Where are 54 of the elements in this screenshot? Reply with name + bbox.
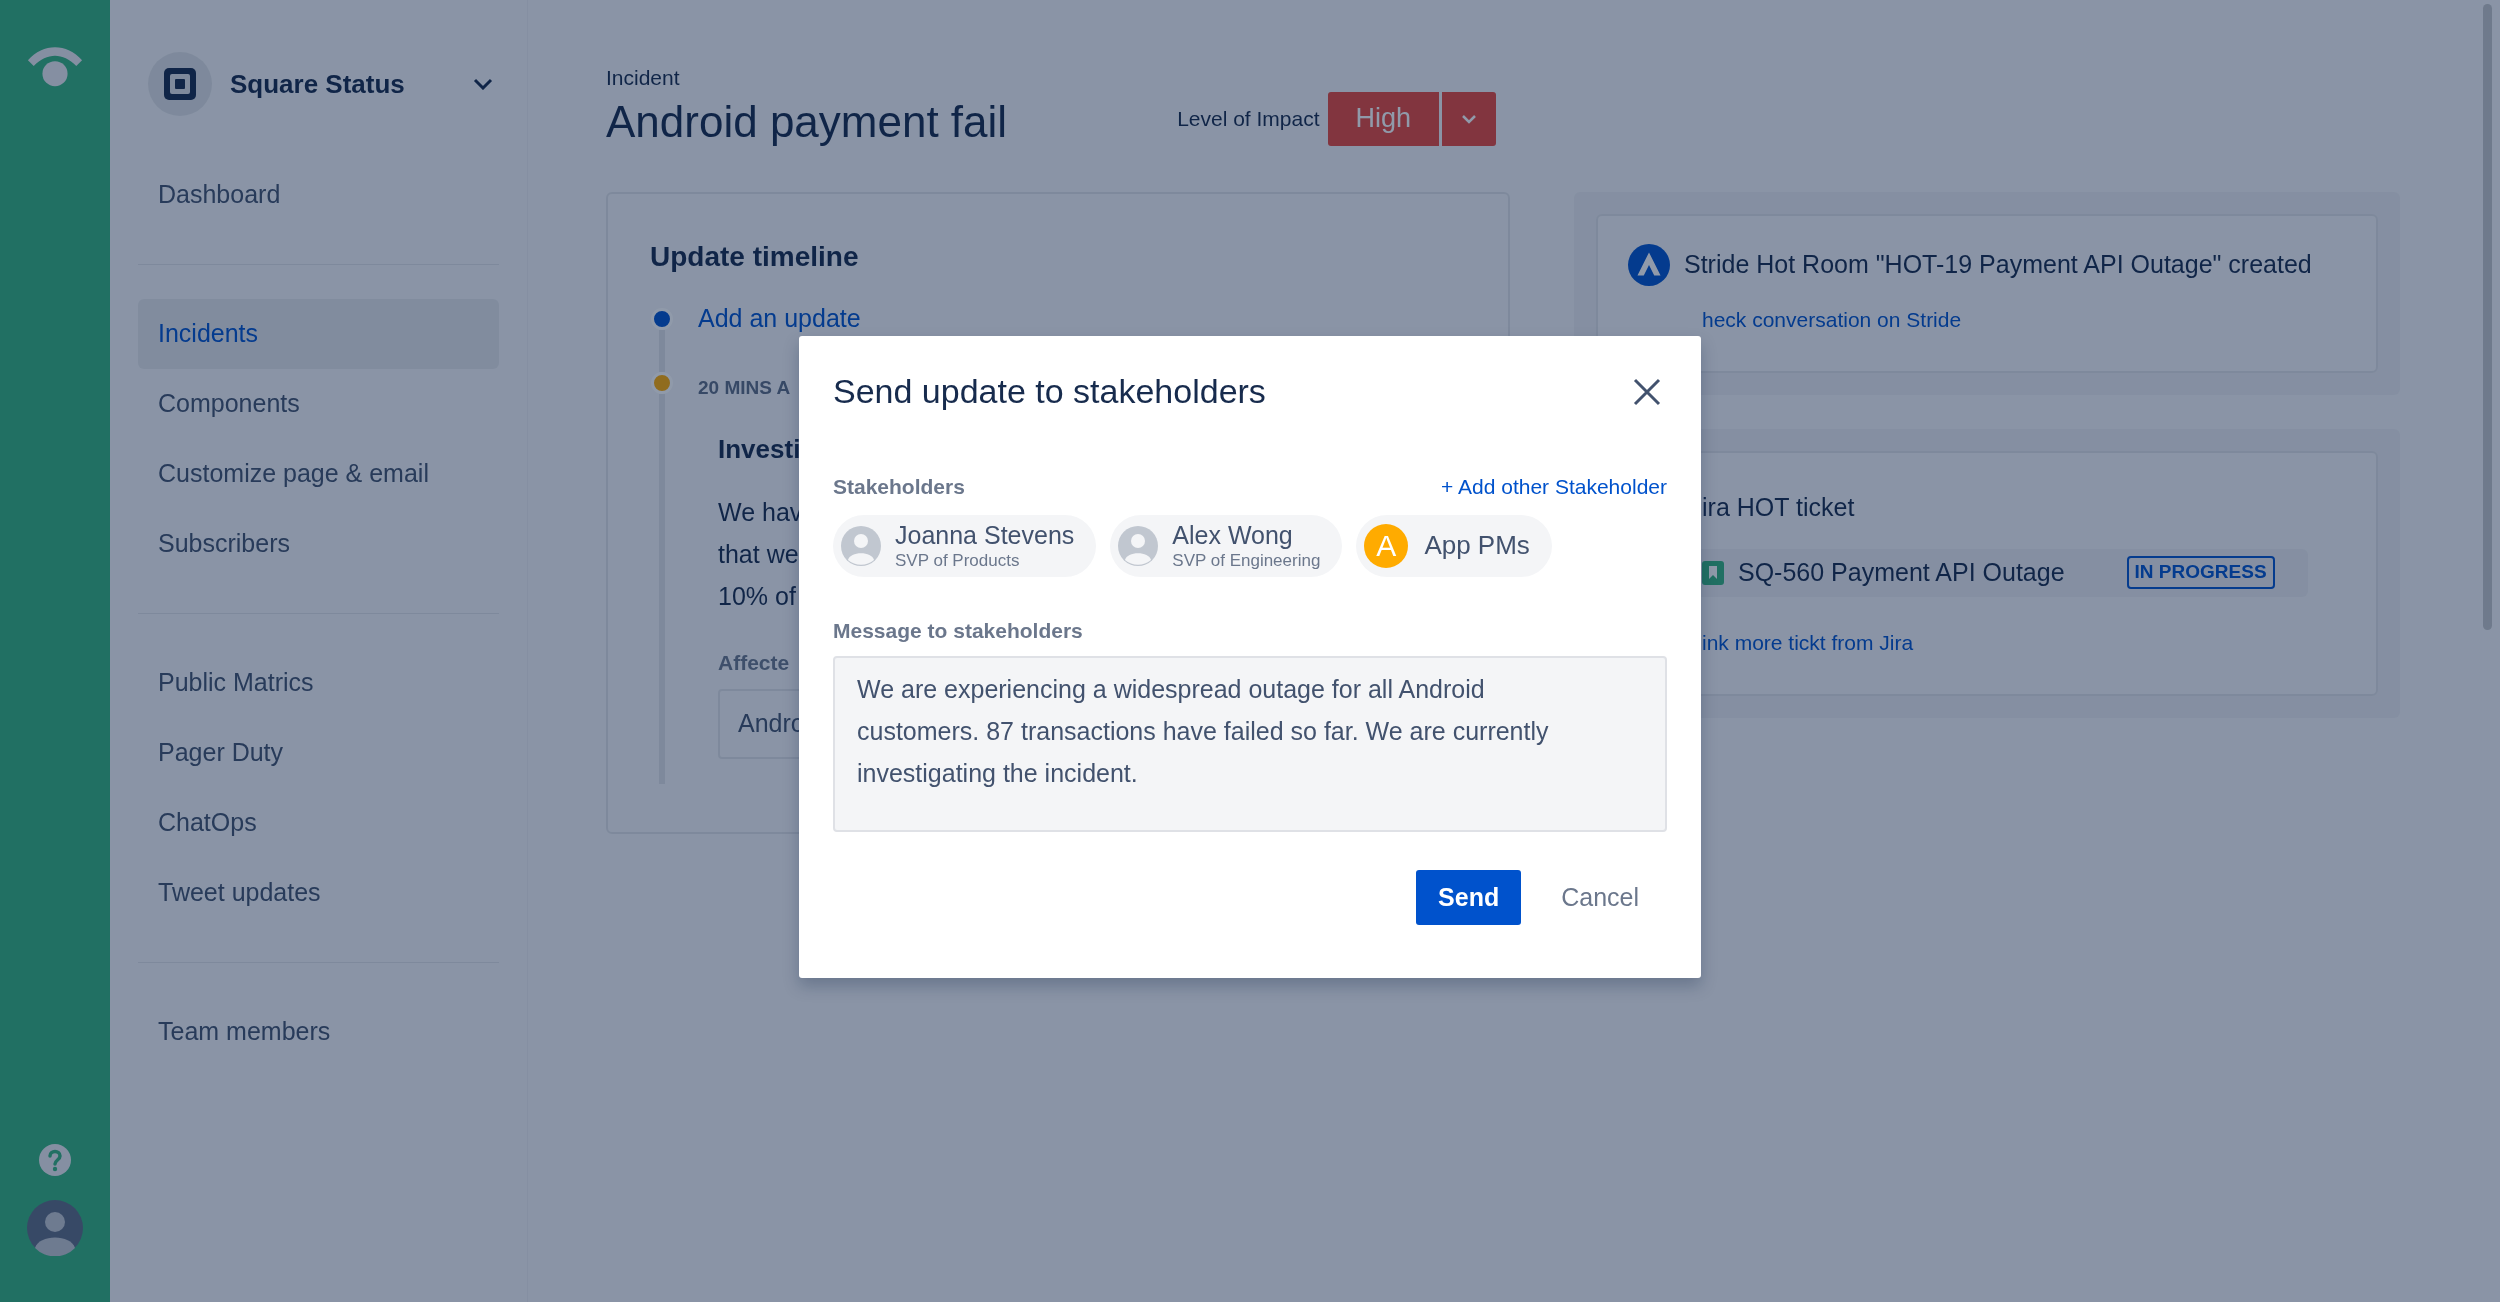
- add-update-link[interactable]: Add an update: [698, 299, 861, 336]
- breadcrumb[interactable]: Incident: [606, 62, 1008, 94]
- jira-title: ira HOT ticket: [1701, 492, 1856, 523]
- nav-item[interactable]: Pager Duty: [138, 718, 499, 788]
- message-field[interactable]: We are experiencing a widespread outage for all Android customers. 87 transactions have failed so far. We are currently investigating the incident.: [833, 656, 1667, 832]
- avatar-icon: [1118, 525, 1159, 566]
- workspace-name[interactable]: Square Status: [230, 64, 405, 104]
- nav-item[interactable]: Tweet updates: [138, 858, 499, 928]
- wifi-logo-icon: [26, 44, 84, 88]
- impact-dropdown-button[interactable]: [1442, 91, 1497, 146]
- update-text: that we: [718, 539, 800, 570]
- send-button[interactable]: Send: [1416, 870, 1522, 925]
- cancel-button[interactable]: Cancel: [1549, 870, 1651, 925]
- ticket-title: SQ-560 Payment API Outage: [1738, 556, 2065, 588]
- stride-title: Stride Hot Room "HOT-19 Payment API Outage" created: [1684, 248, 2312, 280]
- card-title: Update timeline: [650, 239, 860, 274]
- section-label: Message to stakeholders: [833, 617, 1084, 644]
- stakeholder-name: Joanna Stevens: [895, 522, 1075, 548]
- update-title: Investi: [717, 433, 802, 466]
- stride-link[interactable]: heck conversation on Stride: [1628, 303, 2376, 335]
- nav-item[interactable]: Incidents: [138, 299, 499, 369]
- nav-item[interactable]: Team members: [138, 997, 499, 1067]
- update-text: 10% of: [718, 581, 797, 612]
- nav-item[interactable]: Customize page & email: [138, 439, 499, 509]
- nav-item[interactable]: Dashboard: [138, 160, 499, 230]
- impact-select[interactable]: High: [1327, 91, 1440, 146]
- status-lozenge: IN PROGRESS: [2126, 556, 2275, 589]
- update-time: 20 MINS A: [698, 375, 792, 400]
- incident-title: Android payment fail: [606, 95, 1008, 148]
- section-label: Stakeholders: [833, 474, 965, 500]
- stakeholder-chip[interactable]: Joanna Stevens SVP of Products: [833, 514, 1097, 577]
- nav-item[interactable]: Components: [138, 369, 499, 439]
- field-label: Affecte: [717, 650, 791, 676]
- nav-item[interactable]: ChatOps: [138, 788, 499, 858]
- nav-item[interactable]: Public Matrics: [138, 648, 499, 718]
- stakeholder-name: Alex Wong: [1172, 522, 1294, 548]
- group-avatar: A: [1364, 523, 1409, 568]
- help-icon[interactable]: [39, 1144, 71, 1176]
- stakeholder-chip[interactable]: Alex Wong SVP of Engineering: [1110, 514, 1343, 577]
- impact-label: Level of Impact: [1177, 105, 1320, 132]
- stakeholder-role: SVP of Engineering: [1172, 551, 1321, 569]
- stakeholder-name: App PMs: [1424, 529, 1530, 562]
- stakeholder-chip[interactable]: A App PMs: [1356, 514, 1552, 577]
- chevron-down-icon: [1461, 113, 1478, 124]
- user-avatar[interactable]: [27, 1200, 83, 1256]
- stakeholder-role: SVP of Products: [895, 551, 1021, 569]
- nav-item[interactable]: Subscribers: [138, 509, 499, 579]
- add-stakeholder-link[interactable]: + Add other Stakeholder: [1441, 471, 1667, 503]
- stride-logo-icon: [1628, 243, 1670, 286]
- close-icon[interactable]: [1633, 377, 1661, 406]
- dialog-title: Send update to stakeholders: [833, 371, 1266, 412]
- square-logo-icon: [148, 52, 212, 116]
- avatar-icon: [841, 525, 881, 566]
- chevron-down-icon[interactable]: [473, 78, 493, 90]
